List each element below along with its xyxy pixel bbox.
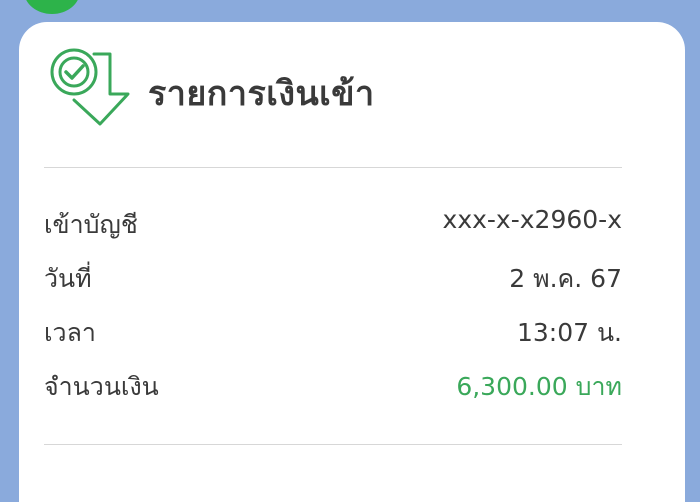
- check-down-arrow-icon: [50, 48, 130, 126]
- detail-row-date: วันที่ 2 พ.ค. 67: [44, 259, 622, 313]
- detail-row-time: เวลา 13:07 น.: [44, 313, 622, 367]
- status-badge-icon: [24, 0, 80, 14]
- date-label: วันที่: [44, 264, 92, 293]
- divider: [44, 444, 622, 445]
- date-value: 2 พ.ค. 67: [509, 264, 622, 293]
- card-header: รายการเงินเข้า: [44, 42, 624, 132]
- detail-row-account: เข้าบัญชี xxx-x-x2960-x: [44, 205, 622, 259]
- amount-label: จำนวนเงิน: [44, 372, 159, 401]
- time-label: เวลา: [44, 318, 96, 347]
- page-title: รายการเงินเข้า: [148, 74, 375, 114]
- detail-row-amount: จำนวนเงิน 6,300.00 บาท: [44, 367, 622, 421]
- divider: [44, 167, 622, 168]
- time-value: 13:07 น.: [516, 318, 622, 347]
- amount-value: 6,300.00 บาท: [456, 372, 622, 401]
- transaction-details: เข้าบัญชี xxx-x-x2960-x วันที่ 2 พ.ค. 67…: [44, 205, 622, 421]
- account-value: xxx-x-x2960-x: [442, 205, 622, 234]
- account-label: เข้าบัญชี: [44, 210, 138, 239]
